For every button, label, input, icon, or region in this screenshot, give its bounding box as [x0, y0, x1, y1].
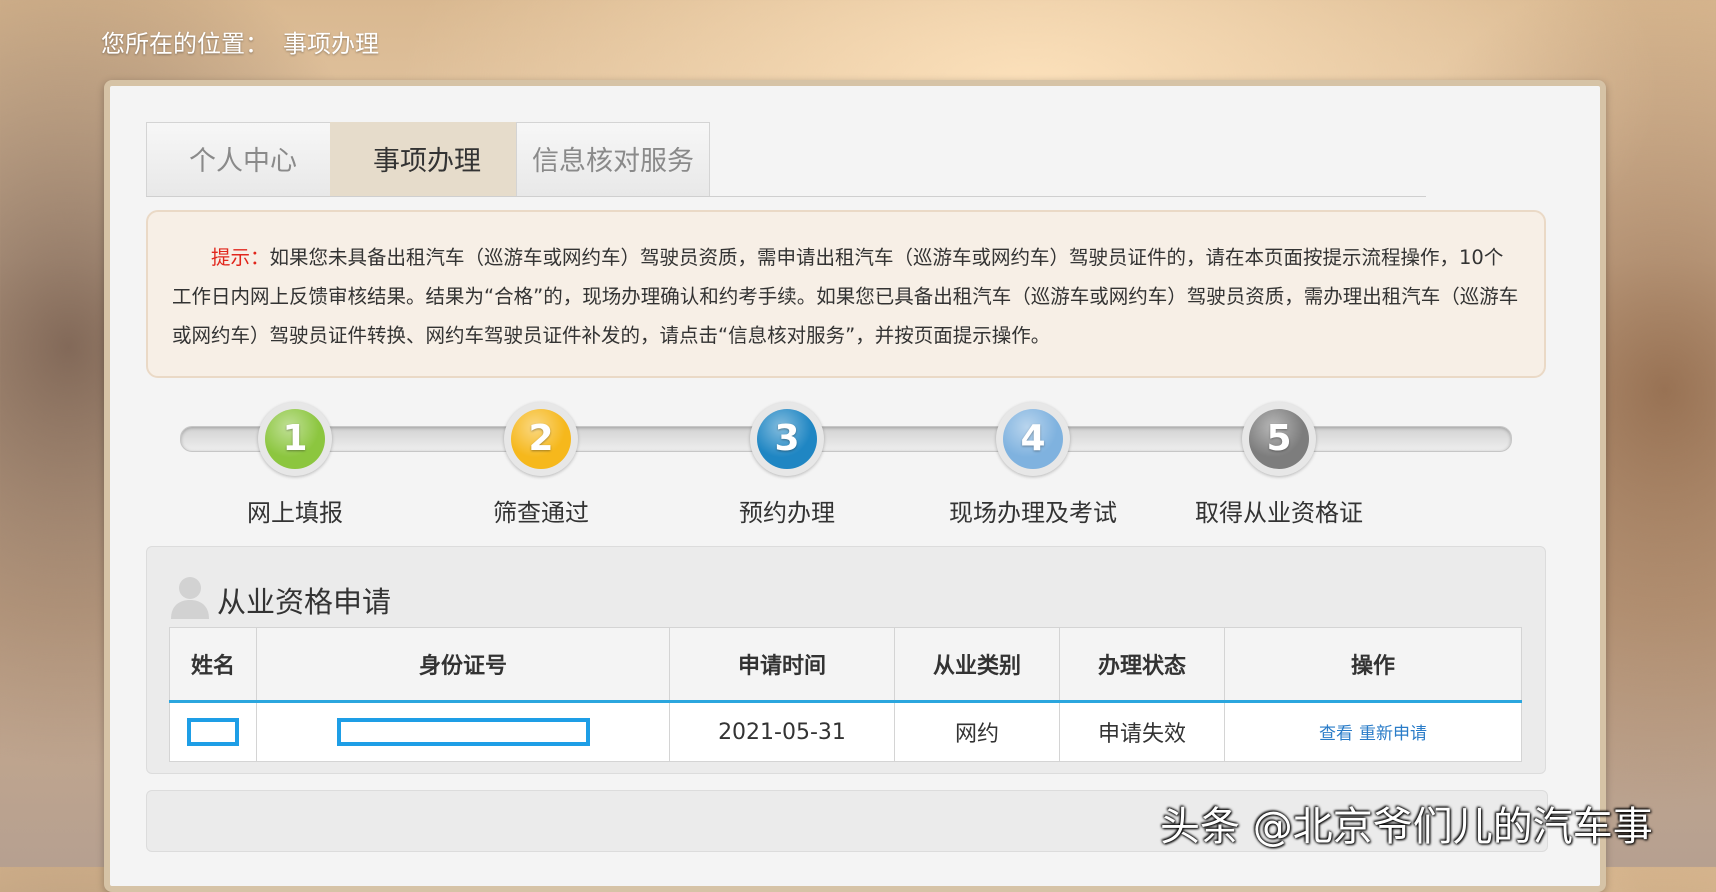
- table-header-row: 姓名 身份证号 申请时间 从业类别 办理状态 操作: [169, 627, 1522, 703]
- view-link[interactable]: 查看: [1319, 724, 1353, 744]
- col-category: 从业类别: [894, 627, 1060, 703]
- cell-id-number: [256, 701, 670, 762]
- reapply-link[interactable]: 重新申请: [1359, 724, 1427, 744]
- step-3-badge: 3: [757, 409, 817, 469]
- step-5: 5 取得从业资格证: [1169, 402, 1389, 528]
- progress-steps: 1 网上填报 2 筛查通过 3 预约办理 4 现场办理及考试 5 取得从业资格证: [146, 402, 1546, 527]
- notice-label: 提示：: [211, 246, 270, 269]
- cell-category: 网约: [894, 701, 1060, 762]
- breadcrumb-prefix: 您所在的位置：: [101, 30, 269, 58]
- step-1-badge: 1: [265, 409, 325, 469]
- tab-info-verification[interactable]: 信息核对服务: [516, 122, 710, 196]
- col-id-number: 身份证号: [256, 627, 670, 703]
- cell-name: [169, 701, 257, 762]
- cell-status: 申请失效: [1059, 701, 1225, 762]
- tab-bar: 个人中心 事项办理 信息核对服务: [146, 122, 1426, 197]
- breadcrumb-current: 事项办理: [283, 30, 379, 58]
- col-actions: 操作: [1224, 627, 1522, 703]
- step-3: 3 预约办理: [677, 402, 897, 528]
- watermark: 头条 @北京爷们儿的汽车事: [1160, 804, 1653, 850]
- notice-text: 如果您未具备出租汽车（巡游车或网约车）驾驶员资质，需申请出租汽车（巡游车或网约车…: [172, 246, 1519, 347]
- step-1-label: 网上填报: [247, 499, 343, 527]
- tab-matters[interactable]: 事项办理: [330, 122, 524, 196]
- step-1: 1 网上填报: [185, 402, 405, 528]
- step-4: 4 现场办理及考试: [923, 402, 1143, 528]
- col-status: 办理状态: [1059, 627, 1225, 703]
- step-2: 2 筛查通过: [431, 402, 651, 528]
- section-title: 从业资格申请: [217, 585, 392, 619]
- table-row: 2021-05-31 网约 申请失效 查看 重新申请: [169, 701, 1522, 762]
- step-4-label: 现场办理及考试: [949, 499, 1117, 527]
- main-panel: 个人中心 事项办理 信息核对服务 提示：如果您未具备出租汽车（巡游车或网约车）驾…: [104, 80, 1606, 892]
- application-table: 姓名 身份证号 申请时间 从业类别 办理状态 操作 2021-05-31 网约 …: [169, 627, 1522, 762]
- name-redaction-box: [187, 718, 239, 746]
- step-5-label: 取得从业资格证: [1195, 499, 1363, 527]
- step-2-label: 筛查通过: [493, 499, 589, 527]
- step-5-badge: 5: [1249, 409, 1309, 469]
- step-2-badge: 2: [511, 409, 571, 469]
- breadcrumb: 您所在的位置： 事项办理: [101, 24, 379, 59]
- application-section: 从业资格申请 姓名 身份证号 申请时间 从业类别 办理状态 操作 2021-05…: [146, 546, 1546, 774]
- id-redaction-box: [336, 718, 590, 746]
- step-3-label: 预约办理: [739, 499, 835, 527]
- col-apply-time: 申请时间: [669, 627, 895, 703]
- person-icon: [171, 577, 209, 619]
- tab-personal-center[interactable]: 个人中心: [146, 122, 340, 196]
- application-table-wrap: 姓名 身份证号 申请时间 从业类别 办理状态 操作 2021-05-31 网约 …: [169, 627, 1522, 762]
- notice-box: 提示：如果您未具备出租汽车（巡游车或网约车）驾驶员资质，需申请出租汽车（巡游车或…: [146, 210, 1546, 378]
- step-4-badge: 4: [1003, 409, 1063, 469]
- cell-actions: 查看 重新申请: [1224, 701, 1522, 762]
- cell-apply-time: 2021-05-31: [669, 701, 895, 762]
- col-name: 姓名: [169, 627, 257, 703]
